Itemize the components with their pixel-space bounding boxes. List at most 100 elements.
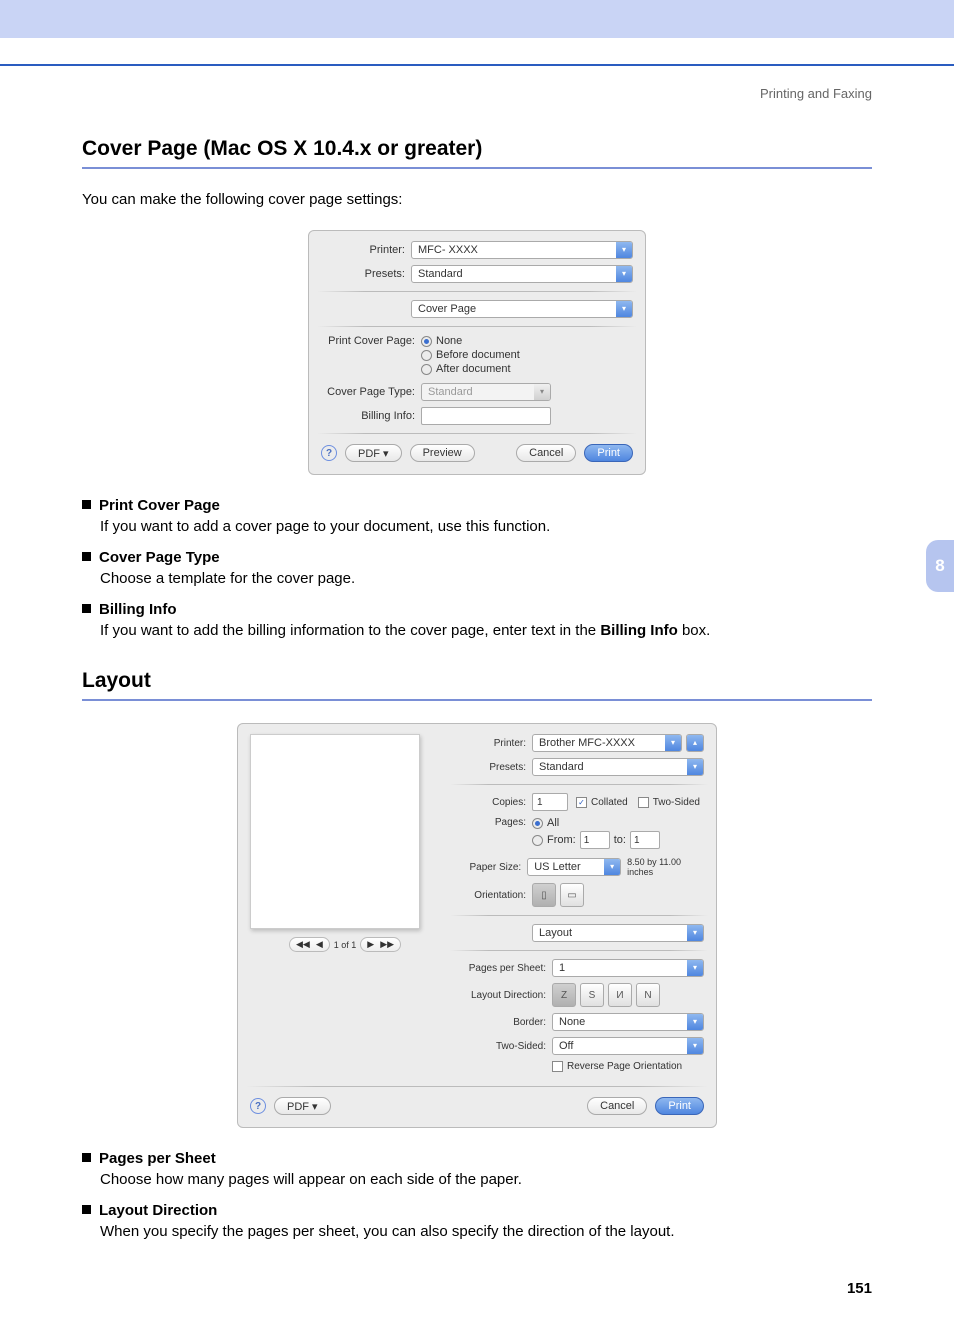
layout-dir-1-button[interactable]: Z [552, 983, 576, 1007]
bullet-desc: Choose a template for the cover page. [100, 570, 872, 587]
bullet-title: Print Cover Page [99, 497, 220, 514]
preview-column: ◀◀◀ 1 of 1 ▶▶▶ [250, 734, 440, 1078]
pane-select[interactable]: Layout▾ [532, 924, 704, 942]
bullet-desc: If you want to add the billing informati… [100, 622, 872, 639]
to-input[interactable]: 1 [630, 831, 660, 849]
dropdown-arrow-icon: ▾ [534, 384, 550, 400]
text-bold: Billing Info [600, 622, 677, 639]
orientation-landscape-button[interactable]: ▭ [560, 883, 584, 907]
border-label: Border: [454, 1017, 552, 1028]
layout-bullets: Pages per Sheet Choose how many pages wi… [82, 1150, 872, 1240]
radio-after[interactable]: After document [421, 363, 520, 375]
help-button[interactable]: ? [321, 445, 337, 461]
portrait-icon: ▯ [541, 890, 547, 901]
square-bullet-icon [82, 500, 91, 509]
two-sided-label: Two-Sided [653, 797, 700, 808]
radio-dot-icon [532, 835, 543, 846]
square-bullet-icon [82, 1205, 91, 1214]
page-number: 151 [82, 1280, 872, 1297]
print-button[interactable]: Print [584, 444, 633, 462]
pager-next-group[interactable]: ▶▶▶ [360, 937, 401, 952]
square-bullet-icon [82, 552, 91, 561]
to-label: to: [614, 834, 626, 846]
layout-dir-2-button[interactable]: S [580, 983, 604, 1007]
printer-value: MFC- XXXX [418, 244, 616, 256]
dropdown-arrow-icon: ▾ [687, 925, 703, 941]
two-sided-select[interactable]: Off▾ [552, 1037, 704, 1055]
disclosure-button[interactable]: ▴ [686, 734, 704, 752]
orientation-label: Orientation: [454, 890, 532, 901]
pages-label: Pages: [454, 817, 532, 828]
layout-dir-4-button[interactable]: N [636, 983, 660, 1007]
radio-none-label: None [436, 335, 462, 347]
cancel-button[interactable]: Cancel [587, 1097, 647, 1115]
print-dialog-layout: ◀◀◀ 1 of 1 ▶▶▶ Printer: Brother MFC-XXXX… [237, 723, 717, 1128]
two-sided-checkbox[interactable] [638, 797, 649, 808]
preview-button[interactable]: Preview [410, 444, 475, 462]
first-page-icon: ◀◀ [296, 939, 310, 950]
billing-info-input[interactable] [421, 407, 551, 425]
top-rule [0, 64, 954, 66]
pdf-button[interactable]: PDF ▾ [345, 444, 402, 462]
from-input[interactable]: 1 [580, 831, 610, 849]
layout-dir-3-button[interactable]: И [608, 983, 632, 1007]
pane-value: Cover Page [418, 303, 616, 315]
page-preview [250, 734, 420, 929]
divider [246, 1086, 708, 1087]
presets-label: Presets: [454, 762, 532, 773]
bullet-layout-direction: Layout Direction When you specify the pa… [82, 1202, 872, 1240]
cover-page-type-select: Standard ▾ [421, 383, 551, 401]
pdf-button[interactable]: PDF ▾ [274, 1097, 331, 1115]
prev-page-icon: ◀ [316, 939, 323, 950]
divider [317, 433, 637, 434]
last-page-icon: ▶▶ [380, 939, 394, 950]
radio-dot-icon [532, 818, 543, 829]
divider [317, 291, 637, 292]
collated-checkbox[interactable] [576, 797, 587, 808]
pane-select[interactable]: Cover Page ▾ [411, 300, 633, 318]
printer-select[interactable]: MFC- XXXX ▾ [411, 241, 633, 259]
dropdown-arrow-icon: ▾ [665, 735, 681, 751]
bullet-desc: When you specify the pages per sheet, yo… [100, 1223, 872, 1240]
pages-per-sheet-select[interactable]: 1▾ [552, 959, 704, 977]
copies-label: Copies: [454, 797, 532, 808]
intro-text: You can make the following cover page se… [82, 191, 872, 208]
presets-value: Standard [539, 761, 687, 773]
print-cover-page-label: Print Cover Page: [321, 335, 421, 347]
chapter-tab: 8 [926, 540, 954, 592]
radio-pages-from[interactable]: From: 1 to: 1 [532, 831, 660, 849]
two-sided-label: Two-Sided: [454, 1041, 552, 1052]
presets-select[interactable]: Standard▾ [532, 758, 704, 776]
radio-all-label: All [547, 817, 559, 829]
radio-dot-icon [421, 364, 432, 375]
from-label: From: [547, 834, 576, 846]
paper-size-select[interactable]: US Letter▾ [527, 858, 621, 876]
radio-before[interactable]: Before document [421, 349, 520, 361]
presets-select[interactable]: Standard ▾ [411, 265, 633, 283]
billing-info-label: Billing Info: [321, 410, 421, 422]
printer-select[interactable]: Brother MFC-XXXX▾ [532, 734, 682, 752]
radio-pages-all[interactable]: All [532, 817, 660, 829]
cover-page-type-label: Cover Page Type: [321, 386, 421, 398]
border-select[interactable]: None▾ [552, 1013, 704, 1031]
divider [450, 915, 708, 916]
layout-direction-label: Layout Direction: [454, 990, 552, 1001]
help-button[interactable]: ? [250, 1098, 266, 1114]
orientation-portrait-button[interactable]: ▯ [532, 883, 556, 907]
pages-per-sheet-value: 1 [559, 962, 687, 974]
layout-dir-icon: S [589, 990, 596, 1001]
paper-size-dims: 8.50 by 11.00 inches [627, 857, 704, 877]
cancel-button[interactable]: Cancel [516, 444, 576, 462]
collated-label: Collated [591, 797, 628, 808]
layout-dir-icon: N [644, 990, 651, 1001]
radio-before-label: Before document [436, 349, 520, 361]
bullet-title: Layout Direction [99, 1202, 217, 1219]
dropdown-arrow-icon: ▾ [687, 1014, 703, 1030]
pager-prev-group[interactable]: ◀◀◀ [289, 937, 330, 952]
copies-input[interactable]: 1 [532, 793, 568, 811]
page-pager: ◀◀◀ 1 of 1 ▶▶▶ [289, 937, 401, 952]
print-button[interactable]: Print [655, 1097, 704, 1115]
radio-none[interactable]: None [421, 335, 520, 347]
reverse-orientation-checkbox[interactable] [552, 1061, 563, 1072]
radio-dot-icon [421, 336, 432, 347]
